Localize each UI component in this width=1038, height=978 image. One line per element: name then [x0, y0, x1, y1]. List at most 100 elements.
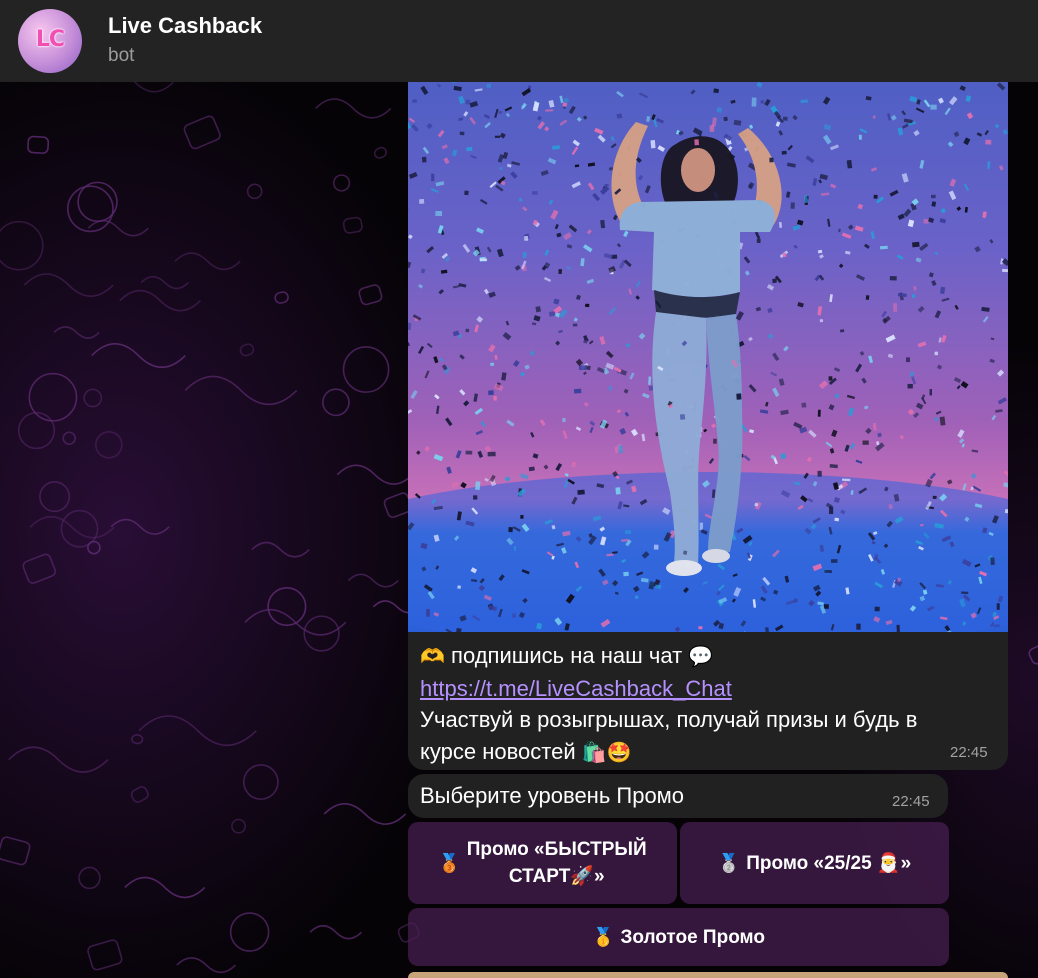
confetti-piece	[917, 341, 927, 348]
confetti-piece	[548, 100, 555, 108]
gold-promo-button[interactable]: 🥇 Золотое Промо	[408, 908, 949, 966]
confetti-piece	[972, 485, 982, 492]
confetti-piece	[488, 291, 496, 298]
confetti-piece	[625, 343, 630, 348]
confetti-piece	[872, 115, 876, 119]
confetti-piece	[411, 123, 419, 132]
avatar[interactable]: LC	[18, 9, 82, 73]
confetti-piece	[785, 191, 791, 198]
button-label-line-2: СТАРТ🚀»	[508, 866, 605, 887]
confetti-piece	[583, 371, 587, 375]
confetti-piece	[547, 157, 557, 165]
confetti-piece	[624, 411, 630, 417]
confetti-piece	[559, 95, 564, 104]
confetti-piece	[463, 400, 470, 407]
doodle-shape	[17, 411, 56, 450]
confetti-piece	[930, 194, 936, 199]
confetti-piece	[970, 473, 977, 479]
confetti-piece	[524, 236, 529, 241]
confetti-piece	[599, 336, 606, 345]
confetti-piece	[455, 627, 462, 632]
confetti-piece	[743, 256, 751, 264]
confetti-piece	[873, 194, 878, 199]
promo-25-25-button[interactable]: 🥈 Промо «25/25 🎅»	[680, 822, 949, 904]
confetti-piece	[825, 441, 833, 448]
promo-fast-start-button[interactable]: 🥉 Промо «БЫСТРЫЙ СТАРТ🚀»	[408, 822, 677, 904]
confetti-piece	[830, 559, 838, 563]
confetti-piece	[940, 207, 947, 214]
confetti-piece	[657, 145, 666, 152]
confetti-piece	[608, 265, 616, 274]
confetti-piece	[756, 82, 763, 88]
confetti-piece	[532, 191, 538, 195]
confetti-piece	[473, 393, 479, 402]
doodle-shape	[176, 956, 237, 974]
confetti-piece	[889, 276, 897, 281]
confetti-piece	[577, 489, 585, 495]
confetti-piece	[797, 302, 804, 308]
confetti-piece	[465, 99, 470, 105]
confetti-piece	[558, 329, 563, 334]
confetti-piece	[422, 146, 430, 155]
confetti-piece	[536, 622, 543, 630]
confetti-piece	[962, 483, 967, 491]
confetti-piece	[793, 244, 798, 249]
confetti-piece	[505, 112, 511, 118]
confetti-piece	[614, 447, 619, 453]
confetti-piece	[760, 100, 765, 104]
confetti-piece	[535, 306, 541, 313]
confetti-piece	[518, 197, 523, 202]
confetti-piece	[583, 244, 593, 253]
chat-link[interactable]: https://t.me/LiveCashback_Chat	[420, 676, 732, 701]
confetti-piece	[949, 178, 957, 187]
confetti-piece	[870, 230, 876, 240]
confetti-piece	[496, 248, 504, 258]
confetti-piece	[572, 461, 576, 468]
confetti-piece	[748, 384, 757, 393]
confetti-piece	[990, 337, 995, 341]
confetti-piece	[963, 137, 971, 146]
confetti-piece	[934, 310, 942, 319]
confetti-piece	[572, 139, 580, 147]
confetti-piece	[418, 283, 424, 289]
confetti-piece	[426, 246, 435, 254]
doodle-shape	[358, 284, 383, 306]
confetti-piece	[854, 225, 864, 232]
confetti-piece	[597, 134, 606, 143]
confetti-piece	[865, 295, 870, 300]
confetti-piece	[600, 219, 606, 229]
confetti-piece	[566, 244, 573, 249]
confetti-piece	[519, 473, 529, 480]
confetti-piece	[466, 146, 473, 152]
confetti-piece	[730, 99, 736, 104]
avatar-logo: LC	[35, 27, 65, 52]
confetti-piece	[865, 96, 872, 101]
confetti-piece	[420, 268, 426, 274]
confetti-piece	[845, 250, 851, 255]
confetti-piece	[502, 332, 512, 341]
confetti-piece	[829, 294, 833, 303]
confetti-piece	[521, 88, 532, 97]
confetti-piece	[872, 422, 877, 431]
confetti-piece	[408, 342, 410, 348]
confetti-photo[interactable]	[408, 82, 1008, 632]
doodle-shape	[87, 219, 149, 237]
doodle-shape	[347, 573, 399, 588]
confetti-piece	[575, 294, 581, 301]
confetti-piece	[434, 394, 440, 400]
confetti-piece	[855, 363, 863, 373]
confetti-piece	[847, 224, 854, 230]
confetti-piece	[616, 90, 624, 98]
chat-header[interactable]: LC Live Cashback bot	[0, 0, 1038, 82]
confetti-piece	[769, 157, 774, 163]
confetti-piece	[841, 478, 851, 482]
confetti-piece	[711, 423, 717, 429]
button-label-line-1: Промо «БЫСТРЫЙ	[466, 839, 647, 860]
confetti-piece	[629, 372, 635, 380]
confetti-piece	[426, 342, 433, 348]
confetti-piece	[558, 269, 562, 274]
chat-title[interactable]: Live Cashback	[108, 13, 262, 39]
confetti-piece	[751, 97, 757, 107]
confetti-piece	[864, 243, 870, 249]
confetti-piece	[749, 124, 754, 129]
